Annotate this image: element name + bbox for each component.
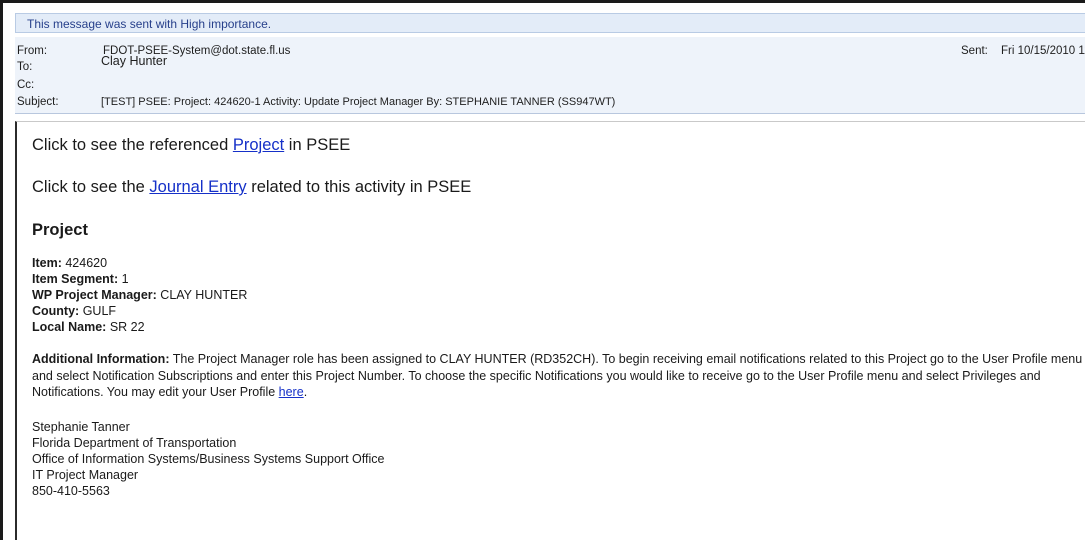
from-label: From: [17, 45, 48, 57]
field-label: Item Segment: [32, 272, 119, 286]
to-label: To: [17, 61, 33, 73]
field-value: 424620 [61, 256, 108, 270]
field-item-segment: Item Segment: 1 [32, 272, 129, 286]
message-body: Click to see the referenced Project in P… [15, 121, 1085, 540]
field-label: WP Project Manager: [32, 288, 157, 302]
project-link-prefix: Click to see the referenced [32, 136, 233, 154]
message-header: From: FDOT-PSEE-System@dot.state.fl.us S… [15, 37, 1085, 114]
field-value: CLAY HUNTER [156, 288, 248, 302]
signature-name: Stephanie Tanner [32, 420, 130, 434]
field-wp-project-manager: WP Project Manager: CLAY HUNTER [32, 288, 247, 302]
field-label: Item: [32, 256, 62, 270]
cc-label: Cc: [17, 79, 35, 91]
sent-label: Sent: [961, 45, 988, 57]
to-value[interactable]: Clay Hunter [101, 54, 167, 68]
subject-value: [TEST] PSEE: Project: 424620-1 Activity:… [101, 96, 616, 108]
signature-organization: Florida Department of Transportation [32, 436, 237, 450]
signature-phone: 850-410-5563 [32, 484, 110, 498]
journal-link-prefix: Click to see the [32, 178, 150, 196]
edit-profile-link[interactable]: here [279, 385, 304, 399]
field-county: County: GULF [32, 304, 116, 318]
subject-label: Subject: [17, 96, 59, 108]
field-label: County: [32, 304, 80, 318]
field-value: SR 22 [106, 320, 145, 334]
additional-end: . [303, 385, 308, 399]
field-value: GULF [79, 304, 117, 318]
importance-banner: This message was sent with High importan… [15, 13, 1085, 33]
signature-office: Office of Information Systems/Business S… [32, 452, 385, 466]
importance-text: This message was sent with High importan… [27, 17, 272, 31]
additional-label: Additional Information: [32, 352, 170, 366]
project-link[interactable]: Project [233, 136, 284, 154]
field-item: Item: 424620 [32, 256, 107, 270]
journal-entry-link[interactable]: Journal Entry [149, 178, 246, 196]
field-local-name: Local Name: SR 22 [32, 320, 145, 334]
additional-text: The Project Manager role has been assign… [32, 352, 1083, 399]
signature-title: IT Project Manager [32, 468, 139, 482]
field-value: 1 [118, 272, 129, 286]
journal-link-suffix: related to this activity in PSEE [246, 178, 472, 196]
email-reading-pane: This message was sent with High importan… [0, 0, 1085, 540]
project-link-suffix: in PSEE [284, 136, 351, 154]
additional-information: Additional Information: The Project Mana… [32, 351, 1085, 401]
project-link-line: Click to see the referenced Project in P… [32, 136, 350, 155]
section-heading: Project [32, 221, 88, 239]
field-label: Local Name: [32, 320, 107, 334]
sent-value: Fri 10/15/2010 11:3 [1001, 45, 1085, 57]
journal-link-line: Click to see the Journal Entry related t… [32, 178, 471, 197]
